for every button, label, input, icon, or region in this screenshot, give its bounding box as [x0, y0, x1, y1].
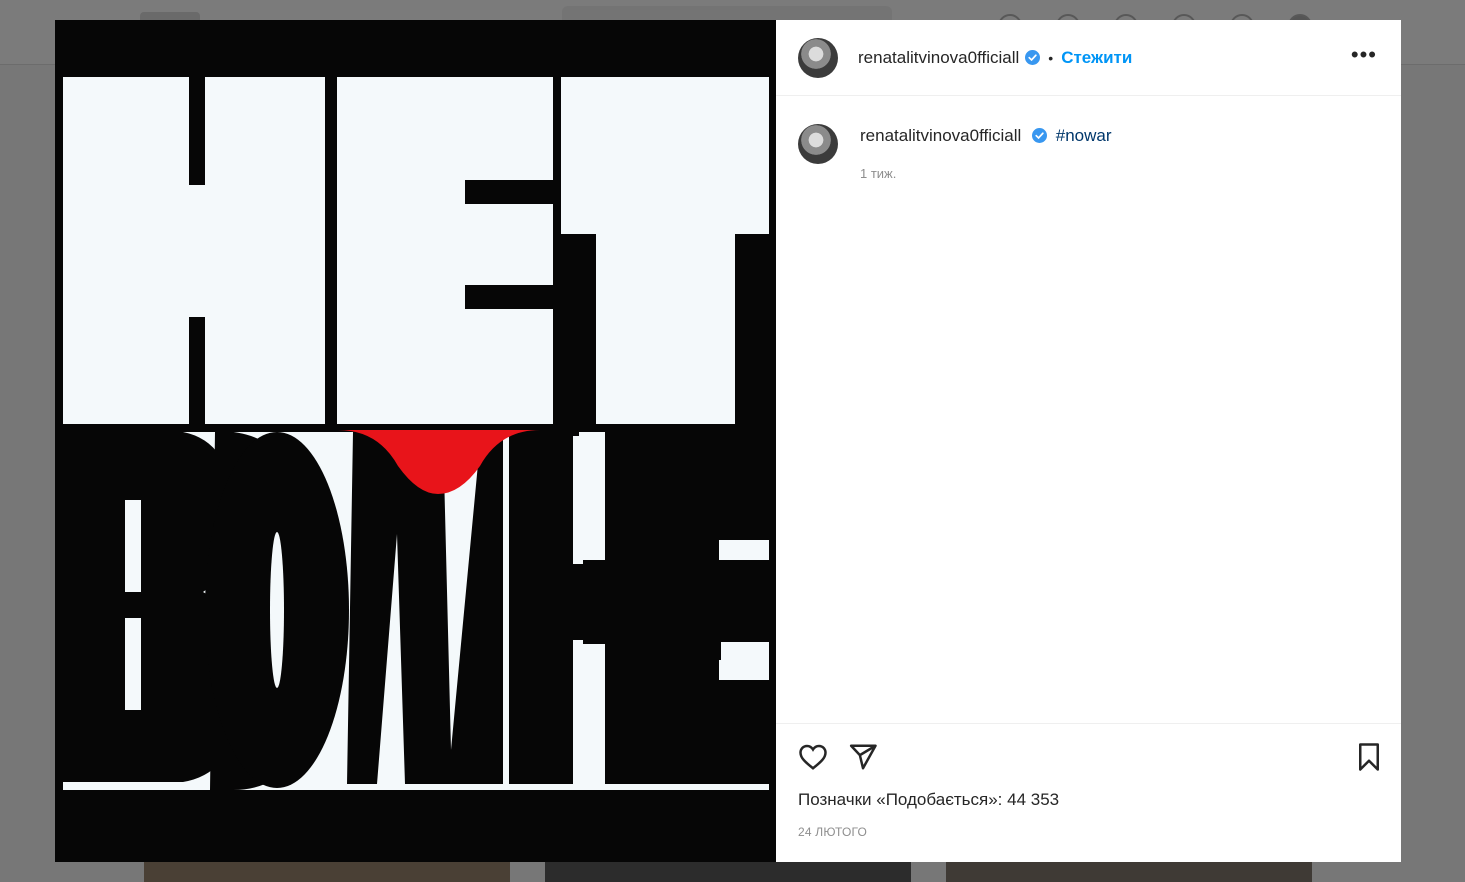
bookmark-icon[interactable]	[1356, 742, 1382, 772]
background-thumbnail	[144, 862, 510, 882]
post-header: renatalitvinova0fficiall • Стежити •••	[776, 20, 1401, 96]
background-thumbnail	[545, 862, 911, 882]
send-icon[interactable]	[848, 742, 878, 772]
caption-username[interactable]: renatalitvinova0fficiall	[860, 126, 1021, 145]
separator: •	[1048, 49, 1054, 66]
no-war-poster	[55, 20, 776, 862]
post-image[interactable]	[55, 20, 776, 862]
verified-icon	[1032, 128, 1048, 143]
hashtag-link[interactable]: #nowar	[1056, 126, 1112, 145]
heart-icon[interactable]	[798, 742, 828, 772]
follow-button[interactable]: Стежити	[1061, 48, 1132, 68]
author-avatar[interactable]	[798, 37, 838, 78]
background-thumbnail	[946, 862, 1312, 882]
author-username[interactable]: renatalitvinova0fficiall	[858, 48, 1019, 68]
post-date[interactable]: 24 ЛЮТОГО	[798, 825, 867, 839]
caption-time[interactable]: 1 тиж.	[860, 166, 1112, 181]
caption: renatalitvinova0fficiall #nowar 1 тиж.	[776, 96, 1401, 181]
caption-body: renatalitvinova0fficiall #nowar 1 тиж.	[860, 124, 1112, 181]
more-icon[interactable]: •••	[1351, 44, 1377, 66]
likes-count[interactable]: Позначки «Подобається»: 44 353	[798, 790, 1059, 810]
caption-avatar[interactable]	[798, 124, 838, 164]
post-sidebar: renatalitvinova0fficiall • Стежити ••• r…	[776, 20, 1401, 862]
action-bar	[776, 723, 1401, 771]
verified-icon	[1025, 50, 1041, 65]
post-modal: renatalitvinova0fficiall • Стежити ••• r…	[55, 20, 1401, 862]
caption-line: renatalitvinova0fficiall #nowar	[860, 126, 1112, 146]
